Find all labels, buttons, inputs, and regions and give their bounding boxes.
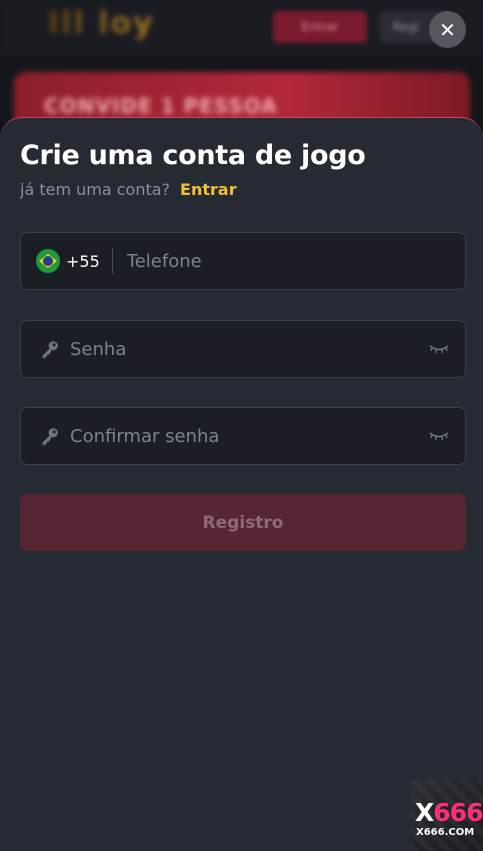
- country-code[interactable]: +55: [66, 252, 100, 271]
- background-logo: Ill loy: [48, 6, 244, 50]
- password-field[interactable]: [20, 320, 466, 378]
- brazil-flag-icon[interactable]: [36, 249, 60, 273]
- phone-divider: [111, 248, 113, 274]
- login-prompt: já tem uma conta? Entrar: [20, 180, 237, 199]
- login-prompt-text: já tem uma conta?: [20, 180, 171, 199]
- register-modal: Crie uma conta de jogo já tem uma conta?…: [0, 117, 483, 851]
- password-input[interactable]: [70, 338, 429, 360]
- eye-closed-icon[interactable]: [429, 430, 449, 442]
- key-icon: [42, 428, 58, 446]
- watermark-domain: X666.COM: [416, 827, 475, 838]
- watermark-logo: X666 X666.COM: [411, 780, 483, 851]
- close-icon: ✕: [439, 17, 456, 42]
- eye-closed-icon[interactable]: [429, 343, 449, 355]
- watermark-brand: X666: [415, 798, 483, 827]
- phone-input[interactable]: [126, 250, 465, 272]
- modal-title: Crie uma conta de jogo: [20, 140, 366, 171]
- register-button[interactable]: Registro: [20, 494, 466, 551]
- close-button[interactable]: ✕: [429, 11, 466, 48]
- phone-field[interactable]: +55: [20, 232, 466, 290]
- confirm-password-field[interactable]: [20, 407, 466, 465]
- background-login-button: Entrar: [273, 11, 367, 43]
- key-icon: [42, 341, 58, 359]
- login-link[interactable]: Entrar: [180, 180, 237, 199]
- confirm-password-input[interactable]: [70, 425, 429, 447]
- background-banner-text: CONVIDE 1 PESSOA: [44, 94, 278, 118]
